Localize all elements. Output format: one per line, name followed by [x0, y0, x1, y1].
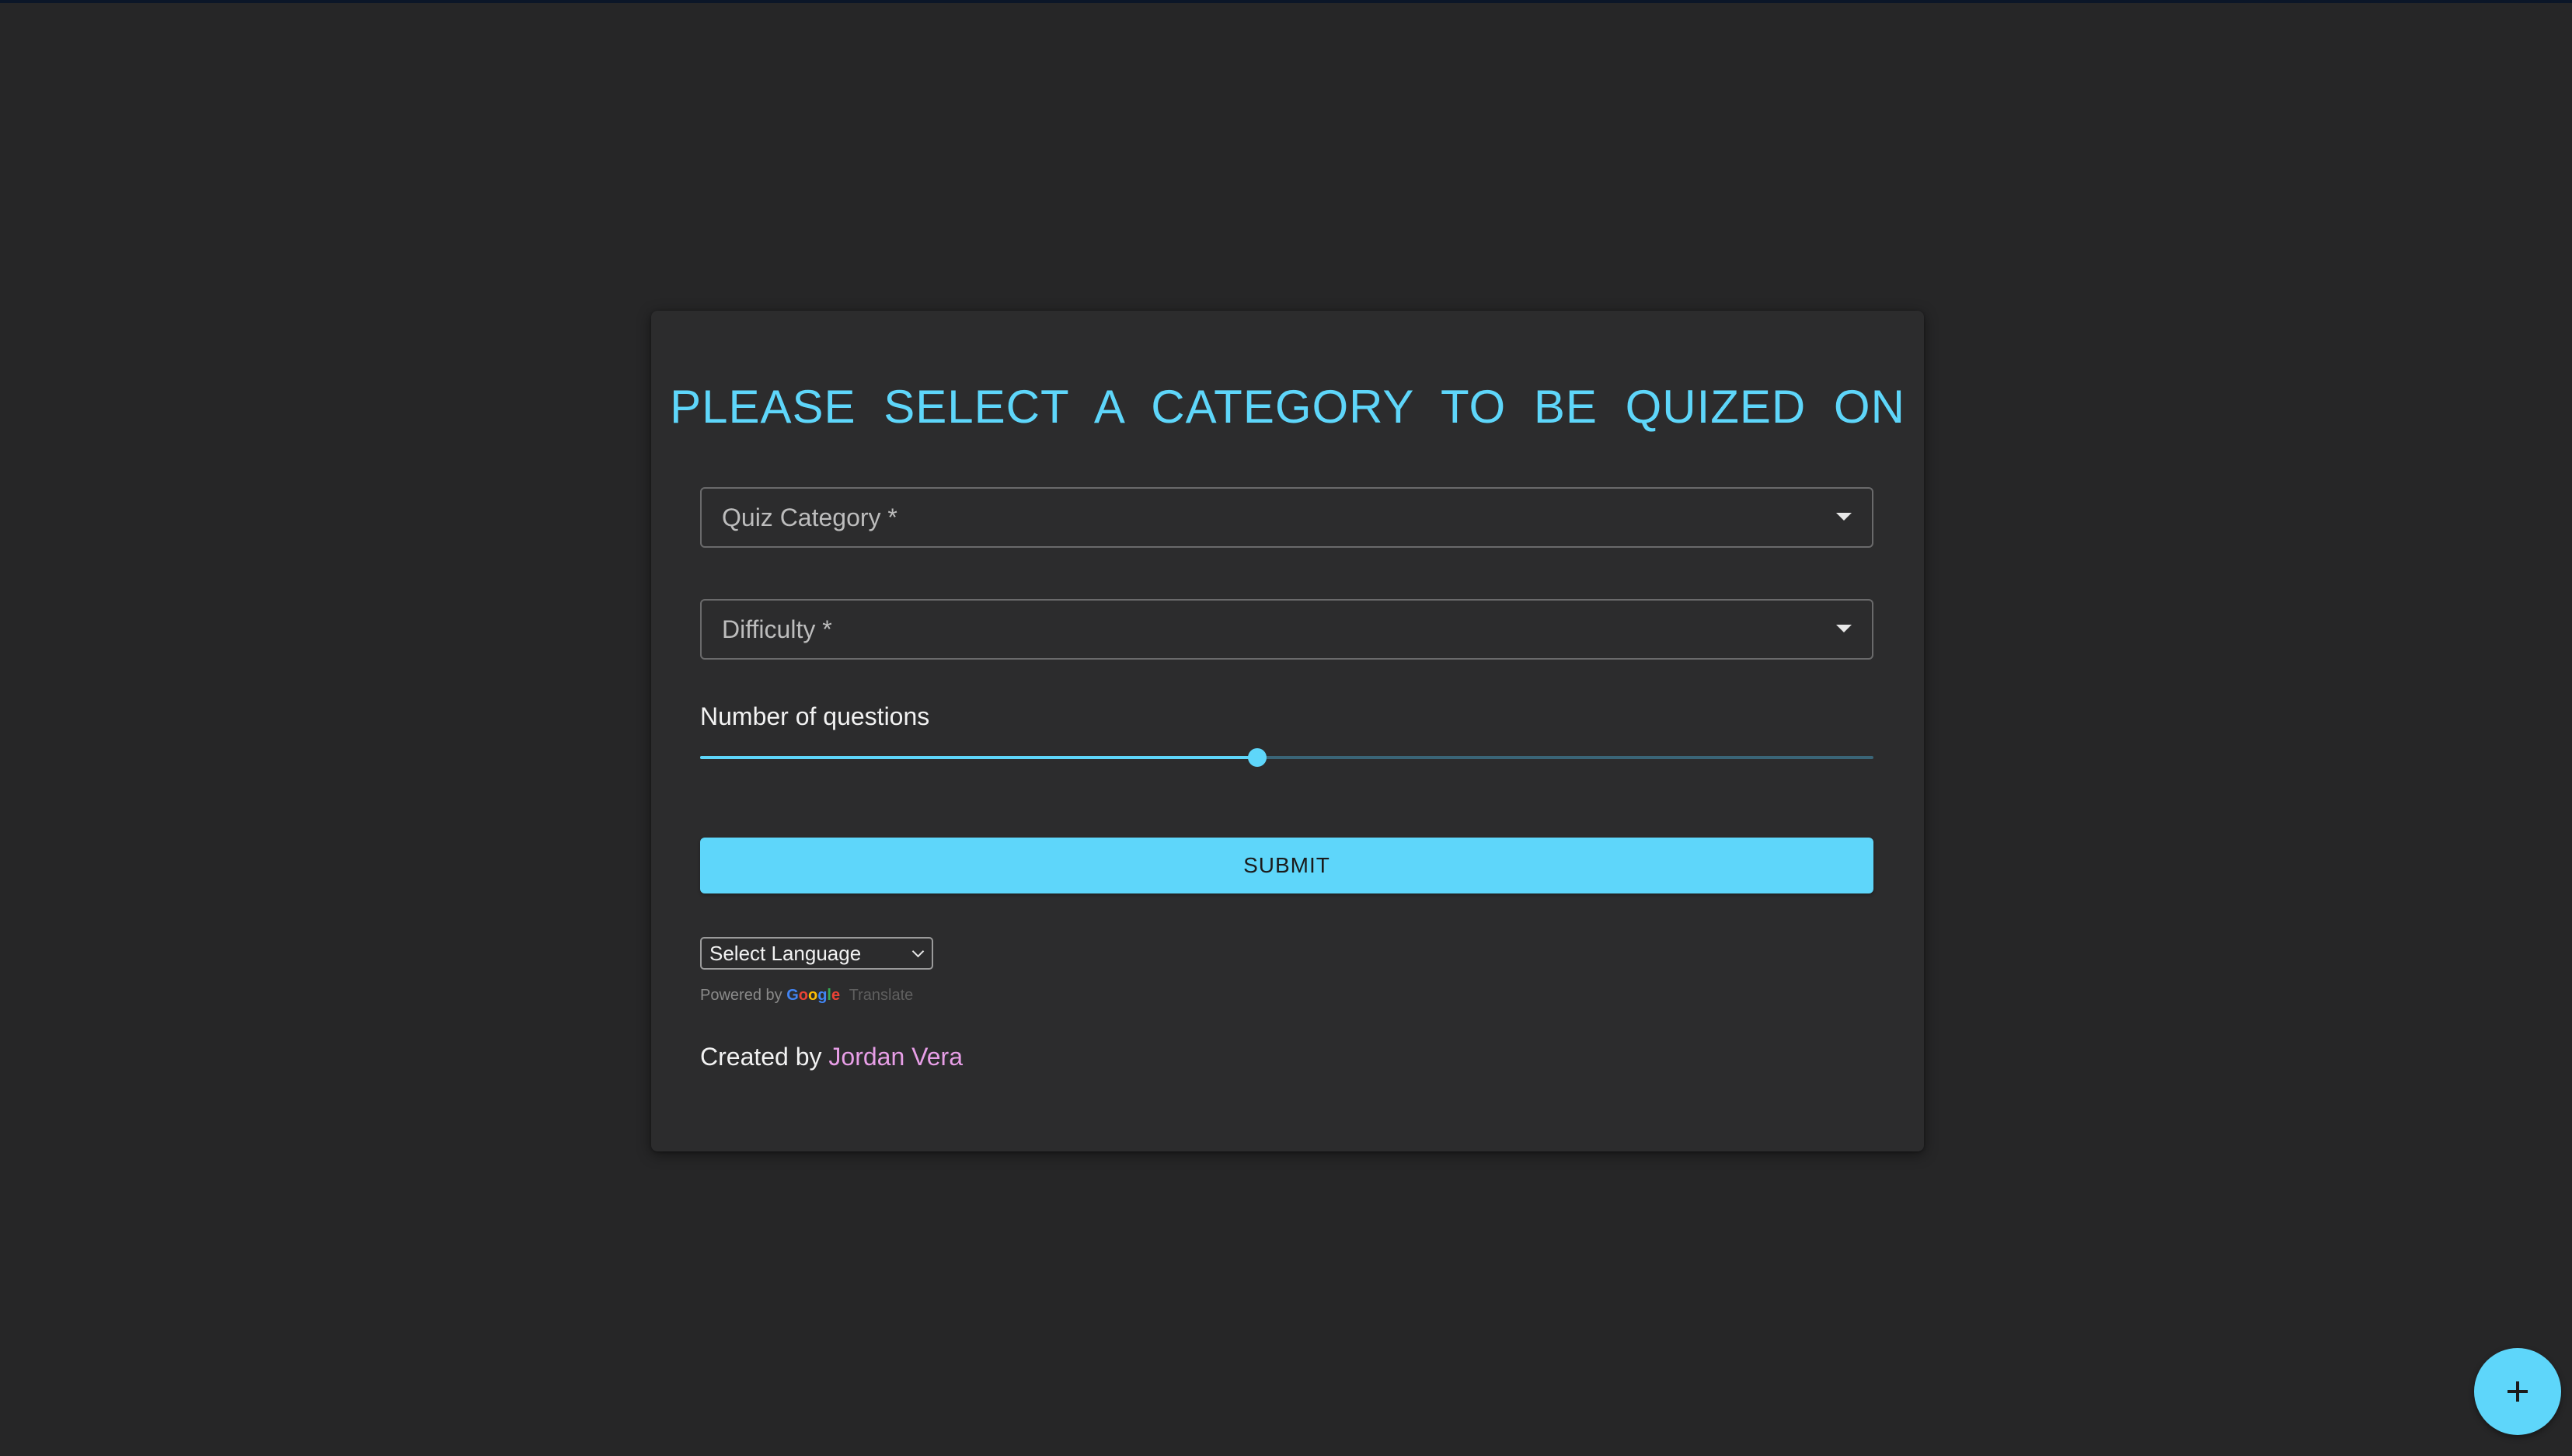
questions-slider-label: Number of questions: [700, 702, 930, 730]
top-strip: [0, 0, 2572, 3]
google-logo[interactable]: Google: [786, 987, 840, 1004]
dropdown-arrow-icon: [1836, 513, 1852, 521]
difficulty-select[interactable]: Difficulty *: [700, 599, 1873, 660]
difficulty-label: Difficulty *: [722, 615, 832, 643]
created-by-text: Created by: [700, 1043, 829, 1071]
slider-track: [700, 756, 1258, 759]
add-fab-button[interactable]: [2474, 1348, 2561, 1435]
questions-slider[interactable]: [700, 746, 1873, 769]
google-logo-letter: e: [831, 987, 841, 1004]
google-logo-letter: o: [798, 987, 808, 1004]
language-select-label: Select Language: [709, 942, 862, 965]
quiz-setup-card: PLEASE SELECT A CATEGORY TO BE QUIZED ON…: [651, 311, 1924, 1151]
quiz-category-select[interactable]: Quiz Category *: [700, 487, 1873, 548]
author-link[interactable]: Jordan Vera: [828, 1043, 963, 1071]
translate-text: Translate: [849, 987, 914, 1004]
powered-by-text: Powered by: [700, 987, 782, 1004]
language-select[interactable]: Select Language: [700, 937, 933, 970]
google-translate-attribution: Powered by Google Translate: [700, 984, 913, 1007]
google-logo-letter: g: [817, 987, 828, 1004]
slider-thumb[interactable]: [1248, 748, 1267, 767]
page-title: PLEASE SELECT A CATEGORY TO BE QUIZED ON: [670, 381, 1905, 433]
quiz-category-label: Quiz Category *: [722, 503, 897, 531]
google-logo-letter: o: [807, 987, 818, 1004]
chevron-down-icon: [911, 945, 925, 958]
credit-line: Created by Jordan Vera: [700, 1040, 963, 1074]
submit-button[interactable]: SUBMIT: [700, 838, 1873, 893]
google-logo-letter: G: [786, 987, 799, 1004]
dropdown-arrow-icon: [1836, 625, 1852, 632]
